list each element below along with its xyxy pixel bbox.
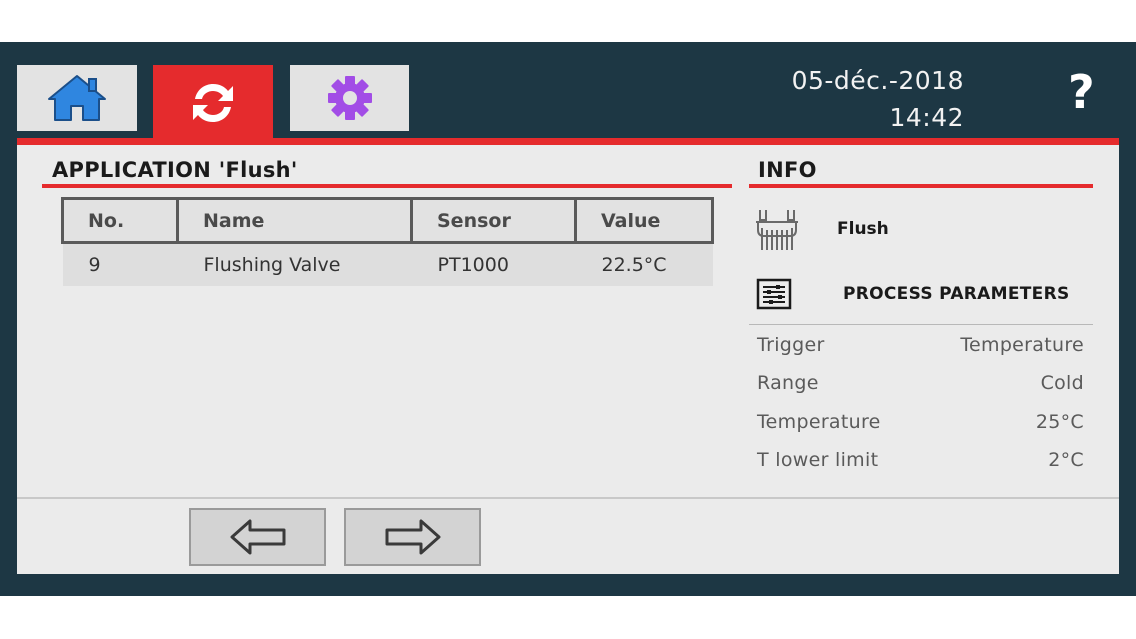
tab-home[interactable] <box>17 65 137 131</box>
param-label: Trigger <box>757 334 825 356</box>
cell-value: 22.5°C <box>575 242 713 286</box>
header-divider <box>17 138 1119 145</box>
table-header-row: No. Name Sensor Value <box>61 197 714 244</box>
param-row-lower-limit: T lower limit 2°C <box>757 449 1084 471</box>
param-row-range: Range Cold <box>757 372 1084 394</box>
arrow-left-icon <box>230 519 285 555</box>
param-row-trigger: Trigger Temperature <box>757 334 1084 356</box>
table-row[interactable]: 9 Flushing Valve PT1000 22.5°C <box>62 242 713 286</box>
title-underline <box>42 184 732 188</box>
gear-icon <box>327 76 372 120</box>
param-label: Temperature <box>757 411 881 433</box>
footer-bar <box>17 497 1119 574</box>
time-label: 14:42 <box>889 103 964 132</box>
arrow-right-icon <box>385 519 440 555</box>
page-title: APPLICATION 'Flush' <box>52 158 298 182</box>
cell-sensor: PT1000 <box>411 242 576 286</box>
datetime: 05-déc.-2018 14:42 <box>792 62 964 136</box>
column-header-name[interactable]: Name <box>176 197 413 244</box>
param-label: Range <box>757 372 819 394</box>
parameters-divider <box>749 324 1093 325</box>
column-header-sensor[interactable]: Sensor <box>410 197 577 244</box>
flush-icon <box>756 210 798 250</box>
cell-name: Flushing Valve <box>177 242 412 286</box>
param-value: 2°C <box>1048 449 1084 471</box>
info-app-name: Flush <box>837 219 889 239</box>
param-value: Cold <box>1040 372 1084 394</box>
info-title: INFO <box>758 158 817 182</box>
application-table: No. Name Sensor Value 9 Flushing Valve P… <box>61 197 714 286</box>
param-row-temperature: Temperature 25°C <box>757 411 1084 433</box>
tab-application[interactable] <box>153 65 273 141</box>
help-button[interactable]: ? <box>1068 64 1095 120</box>
previous-button[interactable] <box>189 508 326 566</box>
home-icon <box>48 75 106 121</box>
process-parameters-title: PROCESS PARAMETERS <box>843 284 1070 304</box>
next-button[interactable] <box>344 508 481 566</box>
tab-settings[interactable] <box>290 65 409 131</box>
date-label: 05-déc.-2018 <box>791 66 964 95</box>
sync-icon <box>193 84 233 122</box>
column-header-no[interactable]: No. <box>61 197 179 244</box>
cell-no: 9 <box>62 242 178 286</box>
param-value: 25°C <box>1035 411 1084 433</box>
column-header-value[interactable]: Value <box>574 197 714 244</box>
info-underline <box>749 184 1093 188</box>
parameters-icon <box>756 278 792 310</box>
param-label: T lower limit <box>757 449 879 471</box>
param-value: Temperature <box>960 334 1084 356</box>
